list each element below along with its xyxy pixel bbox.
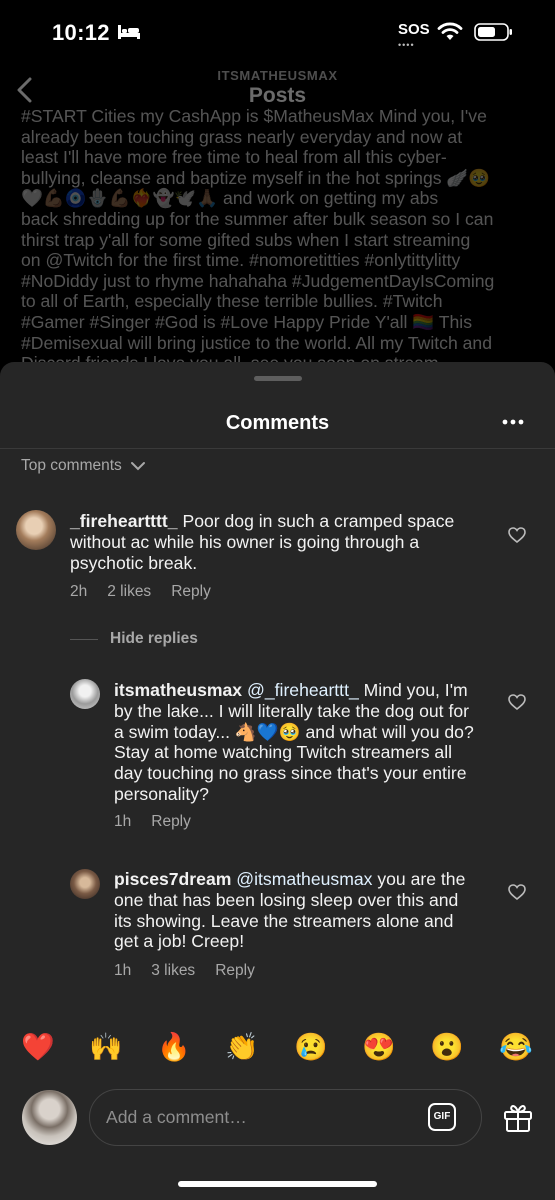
like-heart-icon[interactable]: [508, 694, 526, 710]
sort-dropdown[interactable]: Top comments: [21, 457, 146, 475]
sos-indicator: SOS: [398, 21, 430, 38]
caption-line: to all of Earth, especially these terrib…: [21, 291, 443, 312]
sheet-title: Comments: [225, 412, 330, 434]
reply-mention[interactable]: @itsmatheusmax: [236, 869, 372, 889]
caption-line: already been touching grass nearly every…: [21, 126, 463, 147]
hide-replies-button[interactable]: Hide replies: [70, 630, 198, 648]
like-heart-icon[interactable]: [508, 884, 526, 900]
signal-dots: ••••: [398, 40, 415, 50]
reply-likes[interactable]: 3 likes: [151, 962, 195, 980]
avatar[interactable]: [70, 869, 100, 899]
avatar[interactable]: [70, 679, 100, 709]
divider-line: [70, 638, 98, 640]
reaction-heart-eyes[interactable]: 😍: [362, 1030, 396, 1064]
battery-icon: [474, 23, 512, 41]
comment-time: 2h: [70, 583, 88, 600]
caption-line: thirst trap y'all for some gifted subs w…: [21, 229, 471, 250]
reply-time: 1h: [114, 813, 132, 830]
bed-icon: [118, 25, 140, 39]
caption-line: #NoDiddy just to rhyme hahahaha #Judgeme…: [21, 270, 495, 291]
comment-input[interactable]: Add a comment… GIF: [89, 1089, 482, 1146]
header-title: Posts: [248, 84, 307, 107]
sort-label: Top comments: [21, 457, 122, 474]
status-bar: 10:12 SOS ••••: [0, 0, 555, 64]
comment-input-placeholder: Add a comment…: [106, 1107, 247, 1127]
reaction-raised-hands[interactable]: 🙌: [89, 1030, 123, 1064]
comment-likes[interactable]: 2 likes: [107, 583, 151, 601]
reply-button[interactable]: Reply: [215, 962, 255, 980]
reaction-heart[interactable]: ❤️: [21, 1030, 55, 1064]
reply-time: 1h: [114, 962, 132, 979]
reply-username[interactable]: pisces7dream: [114, 869, 231, 889]
reply-text: itsmatheusmax @_firehearttt_ Mind you, I…: [114, 680, 476, 805]
caption-line: #Gamer #Singer #God is #Love Happy Pride…: [21, 311, 473, 332]
hide-replies-label: Hide replies: [110, 630, 198, 647]
reply-meta: 1h 3 likes Reply: [114, 962, 255, 980]
caption-line: #START Cities my CashApp is $MatheusMax …: [21, 106, 487, 126]
sheet-grabber[interactable]: [254, 376, 302, 381]
home-indicator: [178, 1181, 377, 1187]
caption-line: #Demisexual will bring justice to the wo…: [21, 332, 492, 353]
reaction-wow[interactable]: 😮: [430, 1030, 464, 1064]
like-heart-icon[interactable]: [508, 527, 526, 543]
reaction-laugh[interactable]: 😂: [499, 1030, 533, 1064]
reply-username[interactable]: itsmatheusmax: [114, 680, 242, 700]
comment-username[interactable]: _fireheartttt_: [70, 511, 178, 531]
wifi-icon: [437, 22, 463, 40]
more-options-icon[interactable]: [500, 412, 526, 432]
status-time: 10:12: [52, 20, 110, 45]
reply-button[interactable]: Reply: [171, 583, 211, 601]
reply-meta: 1h Reply: [114, 813, 191, 831]
caption-line: bullying, cleanse and baptize myself in …: [21, 167, 491, 188]
comments-sheet: Comments Top comments _fireheartttt_ Poo…: [0, 362, 555, 1200]
my-avatar: [22, 1090, 77, 1145]
header-username: ITSMATHEUSMAX: [217, 68, 338, 83]
quick-reactions: ❤️ 🙌 🔥 👏 😢 😍 😮 😂: [0, 1030, 555, 1070]
caption-line: back shredding up for the summer after b…: [21, 208, 494, 229]
caption-line: Discord friends I love you all, see you …: [21, 353, 537, 362]
gift-icon[interactable]: [502, 1102, 534, 1134]
post-caption: #START Cities my CashApp is $MatheusMax …: [21, 106, 537, 362]
reply-button[interactable]: Reply: [151, 813, 191, 831]
caption-line: 🤍💪🏽🧿🪬💪🏽❤️‍🔥👻🕊️🙏🏽 and work on getting my …: [21, 188, 439, 209]
comment-text: _fireheartttt_ Poor dog in such a crampe…: [70, 511, 475, 573]
reaction-fire[interactable]: 🔥: [157, 1030, 191, 1064]
reaction-clap[interactable]: 👏: [225, 1030, 259, 1064]
gif-icon[interactable]: GIF: [428, 1103, 456, 1131]
chevron-down-icon: [130, 462, 145, 471]
avatar[interactable]: [16, 510, 56, 550]
reply-text: pisces7dream @itsmatheusmax you are the …: [114, 869, 476, 952]
caption-line: on @Twitch for the first time. #nomoreti…: [21, 250, 461, 271]
comment-meta: 2h 2 likes Reply: [70, 583, 211, 601]
caption-line: least I'll have more free time to heal f…: [21, 147, 447, 168]
sheet-divider: [0, 448, 555, 449]
reply-mention[interactable]: @_firehearttt_: [247, 680, 359, 700]
reaction-cry[interactable]: 😢: [294, 1030, 328, 1064]
